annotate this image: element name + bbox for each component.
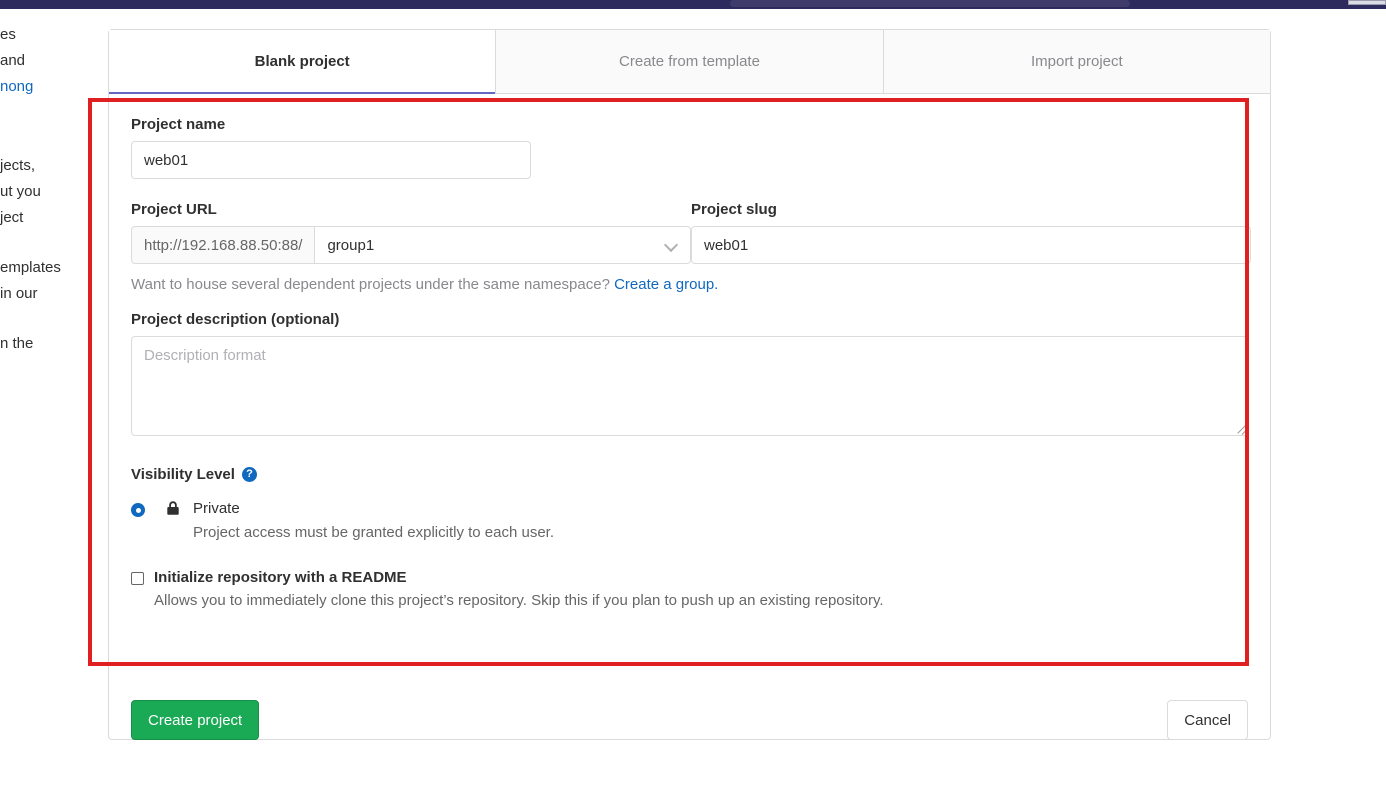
tab-blank-project[interactable]: Blank project [109, 30, 497, 94]
cancel-button[interactable]: Cancel [1167, 700, 1248, 740]
project-description-textarea[interactable]: Description format [131, 336, 1249, 436]
visibility-option-description: Project access must be granted explicitl… [193, 524, 555, 541]
project-name-field-group: Project name web01 [131, 116, 1248, 179]
global-search-input[interactable] [730, 0, 1130, 7]
new-project-card: Blank project Create from template Impor… [108, 29, 1271, 740]
initialize-readme-section: Initialize repository with a README Allo… [131, 569, 1248, 609]
project-type-tabs: Blank project Create from template Impor… [109, 30, 1270, 94]
project-name-label: Project name [131, 116, 226, 133]
tab-create-from-template[interactable]: Create from template [496, 30, 884, 93]
project-name-input[interactable]: web01 [131, 141, 531, 179]
tab-label: Import project [1030, 53, 1123, 70]
sidebar-fragment: and [0, 52, 26, 69]
top-navbar [0, 0, 1386, 9]
tab-label: Create from template [619, 53, 760, 70]
form-actions: Create project Cancel [109, 678, 1270, 740]
visibility-option-texts: Private Project access must be granted e… [193, 499, 554, 543]
navbar-user-menu[interactable] [1348, 0, 1386, 5]
visibility-option-private[interactable]: Private Project access must be granted e… [131, 499, 1248, 543]
sidebar-fragment: n the [0, 335, 34, 352]
visibility-option-name: Private [193, 500, 240, 517]
sidebar-fragment: ut you [0, 183, 41, 200]
project-description-field-group: Project description (optional) Descripti… [131, 311, 1249, 436]
project-description-label: Project description (optional) [131, 311, 340, 328]
visibility-level-label: Visibility Level [131, 466, 235, 483]
namespace-select-value: group1 [327, 236, 375, 254]
clipped-sidebar-text: es and nong jects, ut you ject emplates … [0, 22, 88, 381]
create-project-button[interactable]: Create project [131, 700, 260, 740]
visibility-level-section: Visibility Level ? Private Project acces… [131, 466, 1248, 543]
help-icon[interactable]: ? [241, 467, 257, 482]
chevron-down-icon [666, 239, 678, 251]
initialize-readme-label: Initialize repository with a README [154, 569, 407, 586]
sidebar-fragment: jects, [0, 157, 36, 174]
sidebar-fragment-link[interactable]: nong [0, 74, 88, 100]
create-a-group-link[interactable]: Create a group. [614, 276, 718, 293]
tab-label: Blank project [254, 53, 350, 70]
sidebar-fragment: es [0, 26, 16, 43]
url-slug-row: Project URL http://192.168.88.50:88/ gro… [131, 201, 1251, 264]
initialize-readme-checkbox[interactable] [131, 572, 144, 585]
project-url-prefix: http://192.168.88.50:88/ [131, 226, 315, 264]
initialize-readme-description: Allows you to immediately clone this pro… [154, 592, 884, 609]
visibility-radio-private[interactable] [131, 503, 145, 517]
project-url-field-group: Project URL http://192.168.88.50:88/ gro… [131, 201, 691, 264]
initialize-readme-row[interactable]: Initialize repository with a README [131, 569, 1248, 586]
resize-handle-icon[interactable] [1236, 423, 1246, 433]
sidebar-fragment: emplates [0, 259, 61, 276]
tab-import-project[interactable]: Import project [883, 30, 1270, 93]
namespace-helper-text: Want to house several dependent projects… [131, 276, 1248, 293]
new-project-form: Project name web01 Project URL http://19… [109, 94, 1270, 609]
project-slug-field-group: Project slug web01 [691, 201, 1251, 264]
lock-icon [165, 500, 181, 520]
project-slug-input[interactable]: web01 [691, 226, 1251, 264]
namespace-select[interactable]: group1 [314, 226, 691, 264]
sidebar-fragment: ject [0, 209, 24, 226]
sidebar-fragment: in our [0, 285, 38, 302]
project-url-label: Project URL [131, 201, 217, 218]
project-url-input-group: http://192.168.88.50:88/ group1 [131, 226, 691, 264]
namespace-helper-copy: Want to house several dependent projects… [131, 276, 610, 293]
project-slug-label: Project slug [691, 201, 777, 218]
visibility-level-title: Visibility Level ? [131, 466, 1248, 483]
